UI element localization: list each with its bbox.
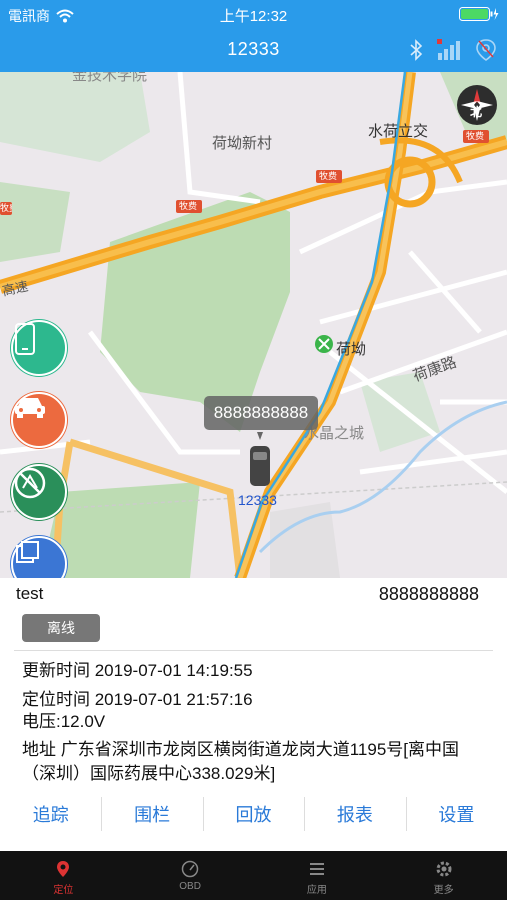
tab-label: 定位 — [53, 885, 74, 896]
tab-locate[interactable]: 定位 — [0, 851, 127, 900]
clock: 上午12:32 — [219, 8, 288, 25]
vehicle-bubble: 8888888888 — [204, 396, 318, 430]
divider — [14, 650, 493, 651]
vehicle-name: test — [16, 584, 44, 603]
car-icon — [15, 398, 45, 418]
update-time: 更新时间 2019-07-01 14:19:55 — [22, 661, 253, 680]
tab-obd[interactable]: OBD — [127, 851, 254, 900]
map-label: 金技术学院 — [72, 72, 148, 84]
nav-bar: 12333 — [0, 28, 507, 72]
map-label: 荷坳 — [336, 341, 367, 358]
bluetooth-icon[interactable] — [409, 39, 423, 61]
no-track-button[interactable] — [11, 464, 67, 520]
tab-apps[interactable]: 应用 — [254, 851, 381, 900]
gear-icon — [436, 861, 452, 877]
car-location-button[interactable] — [11, 392, 67, 448]
gauge-icon — [181, 860, 199, 878]
road-sign: 牧费 — [319, 171, 338, 181]
address: 地址 广东省深圳市龙岗区横岗街道龙岗大道1195号[离中国（深圳）国际药展中心3… — [22, 740, 460, 783]
voltage: 电压:12.0V — [22, 712, 106, 731]
report-button[interactable]: 报表 — [304, 794, 405, 836]
map-label: 水荷立交 — [368, 123, 429, 140]
phone-icon — [15, 323, 35, 355]
device-id: 8888888888 — [378, 584, 479, 604]
tab-more[interactable]: 更多 — [380, 851, 507, 900]
compass-north-label: 北 — [470, 105, 483, 119]
tab-label: OBD — [179, 881, 201, 892]
layers-icon — [16, 541, 39, 563]
phone-location-button[interactable] — [11, 320, 67, 376]
road-sign: 牧费 — [0, 203, 12, 213]
location-pin-icon — [57, 861, 70, 877]
settings-button[interactable]: 设置 — [405, 794, 507, 836]
road-sign: 牧费 — [466, 131, 485, 141]
gps-icon[interactable] — [475, 38, 497, 62]
signal-icon[interactable] — [437, 39, 461, 61]
tab-bar: 定位 OBD 应用 更多 — [0, 851, 507, 900]
status-bar: 電訊商 上午12:32 — [0, 0, 507, 28]
tab-label: 应用 — [306, 885, 327, 896]
menu-icon — [309, 863, 324, 875]
tab-label: 更多 — [433, 885, 454, 896]
playback-button[interactable]: 回放 — [202, 794, 304, 836]
fence-button[interactable]: 围栏 — [101, 794, 202, 836]
battery-icon — [459, 7, 499, 21]
track-button[interactable]: 追踪 — [0, 794, 101, 836]
road-sign: 牧费 — [179, 201, 198, 211]
map-label: 荷坳新村 — [212, 135, 273, 152]
status-badge: 离线 — [22, 614, 100, 642]
compass-icon[interactable]: 北 — [457, 85, 497, 125]
map-view[interactable]: 荷坳新村 水荷立交 荷坳 荷康路 水晶之城 金技术学院 高速 牧费 牧费 牧费 … — [0, 72, 507, 578]
action-bar: 追踪 围栏 回放 报表 设置 — [0, 794, 507, 836]
no-tracking-icon — [14, 467, 46, 499]
vehicle-label: 12333 — [238, 492, 277, 508]
